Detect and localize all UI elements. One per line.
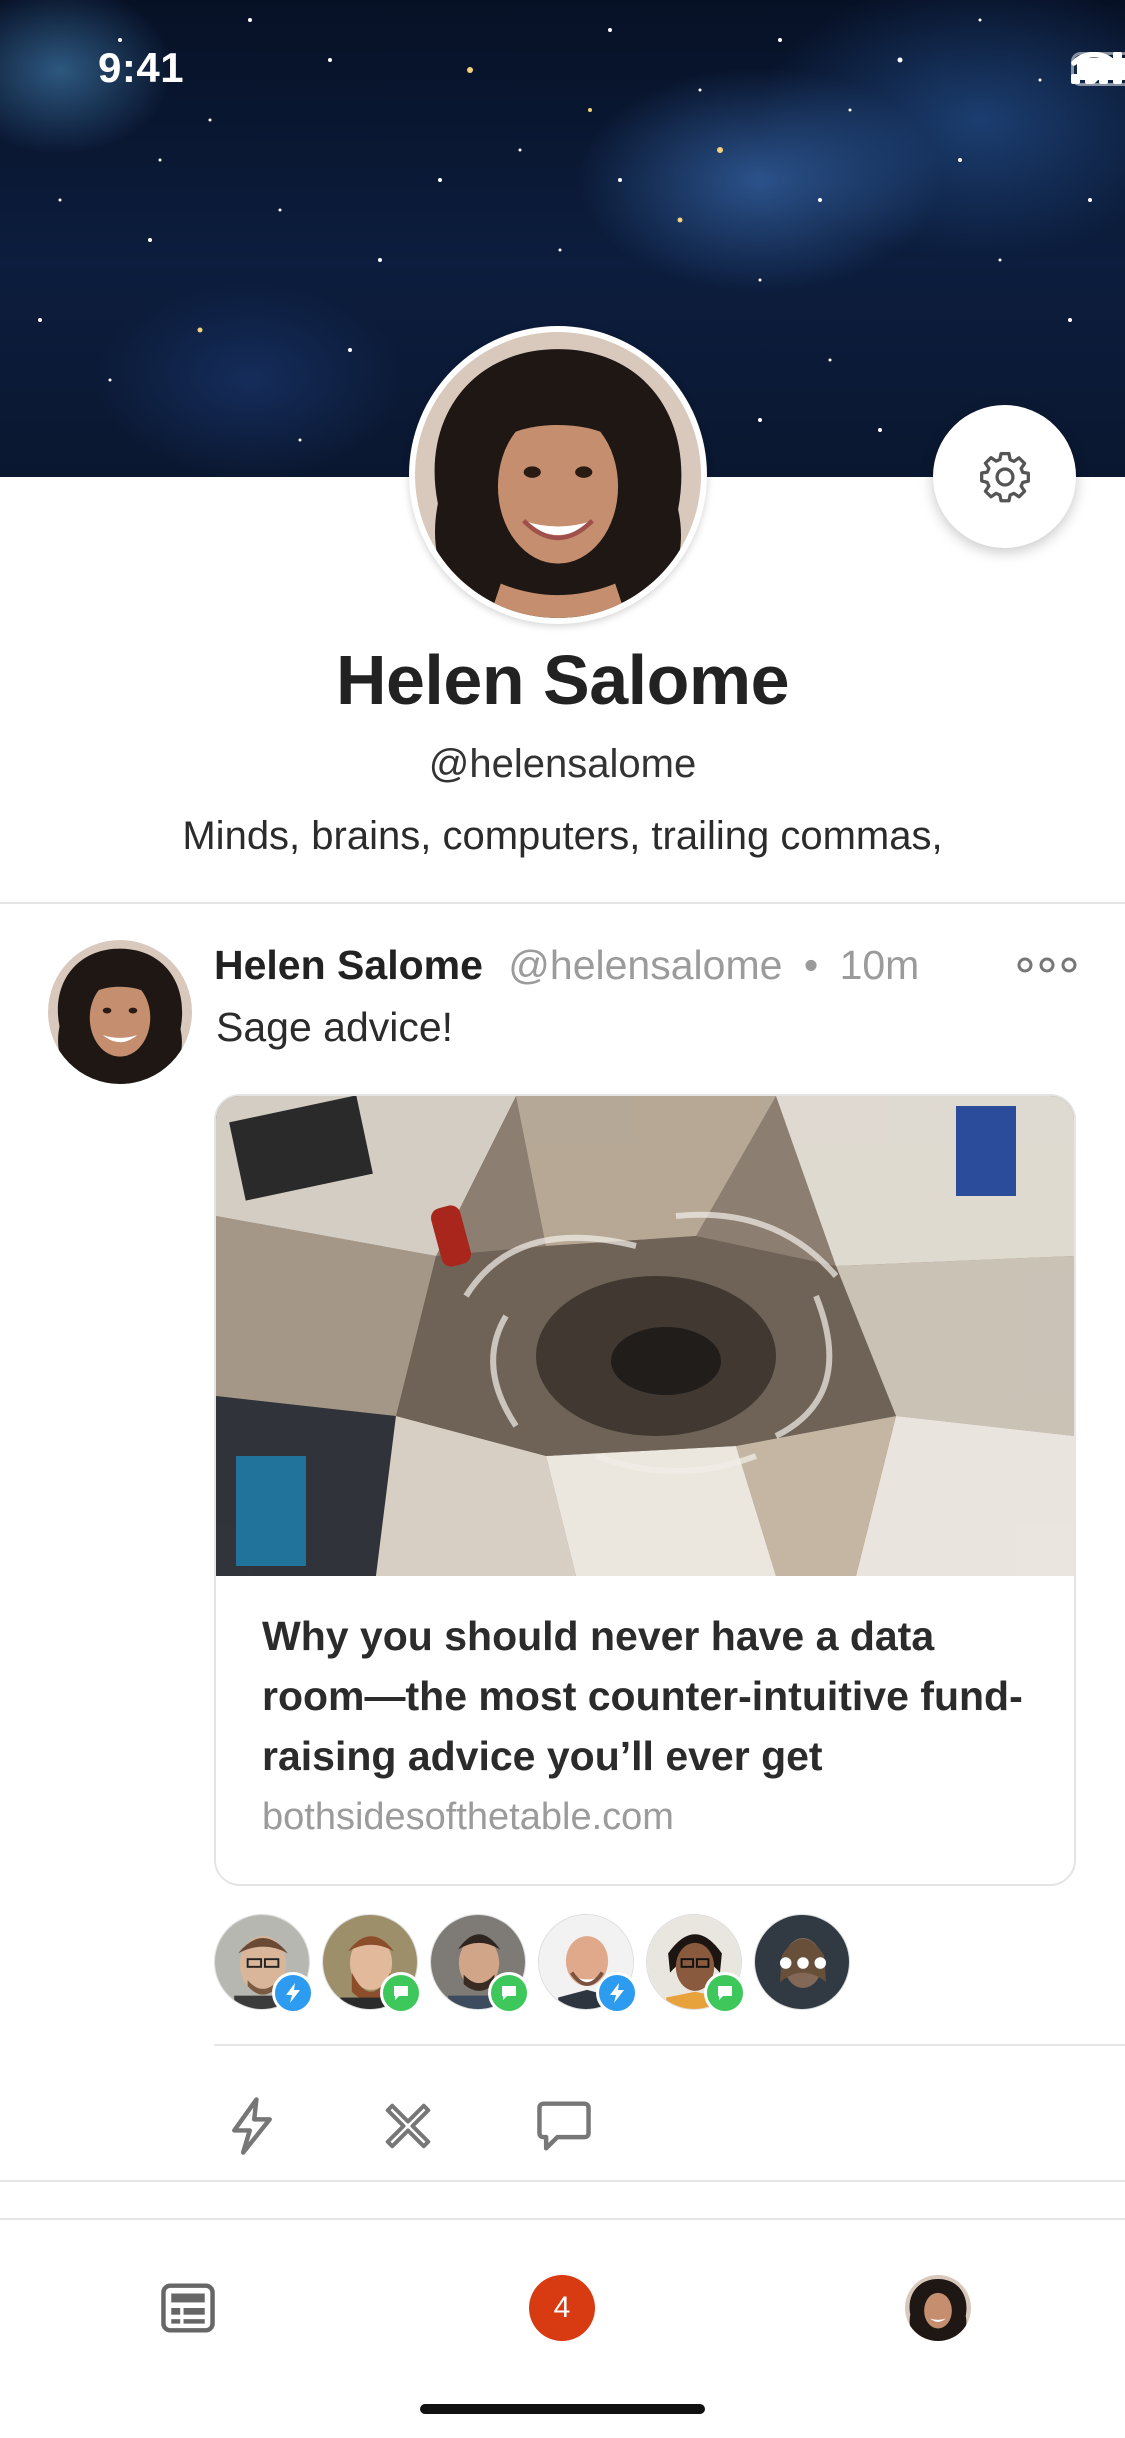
reactor-avatar[interactable] [322, 1914, 418, 2010]
comment-icon [535, 2099, 593, 2153]
dismiss-action-button[interactable] [370, 2088, 446, 2164]
chat-badge-icon [704, 1972, 746, 2014]
link-domain: bothsidesofthetable.com [262, 1796, 674, 1839]
link-preview-card[interactable]: Why you should never have a data room—th… [214, 1094, 1076, 1886]
post-author-avatar[interactable] [48, 940, 192, 1084]
home-indicator [420, 2404, 705, 2414]
cross-icon [381, 2099, 435, 2153]
battery-icon [1071, 52, 1125, 86]
post-author-name[interactable]: Helen Salome [214, 942, 483, 988]
comment-action-button[interactable] [526, 2088, 602, 2164]
tab-feed[interactable] [148, 2268, 228, 2348]
reactor-avatar[interactable] [646, 1914, 742, 2010]
reactions-divider [214, 2044, 1125, 2046]
profile-bio: Minds, brains, computers, trailing comma… [0, 814, 1125, 859]
reactor-avatar[interactable] [538, 1914, 634, 2010]
avatar-image [905, 2275, 971, 2341]
post-separator: • [804, 942, 818, 988]
bolt-icon [225, 2095, 279, 2157]
link-title: Why you should never have a data room—th… [262, 1606, 1042, 1786]
bolt-badge-icon [596, 1972, 638, 2014]
profile-divider [0, 902, 1125, 904]
avatar-image [755, 1915, 850, 2010]
settings-button[interactable] [933, 405, 1076, 548]
avatar-image [415, 332, 701, 618]
gear-icon [977, 449, 1033, 505]
status-time: 9:41 [98, 44, 184, 92]
tab-profile[interactable] [898, 2268, 978, 2348]
post-divider [0, 2180, 1125, 2182]
chat-badge-icon [488, 1972, 530, 2014]
more-reactors-button[interactable] [754, 1914, 850, 2010]
feed-icon [159, 2280, 217, 2336]
tab-notifications[interactable]: 4 [522, 2268, 602, 2348]
chat-badge-icon [380, 1972, 422, 2014]
books-vortex-image [216, 1096, 1074, 1576]
avatar-image [48, 940, 192, 1084]
notifications-badge: 4 [529, 2275, 595, 2341]
post-header: Helen Salome @helensalome • 10m [214, 942, 919, 989]
profile-handle: @helensalome [0, 742, 1125, 787]
post-timestamp: 10m [840, 942, 920, 988]
bolt-action-button[interactable] [214, 2088, 290, 2164]
more-dots-icon [1016, 950, 1078, 980]
post-text: Sage advice! [216, 1004, 453, 1051]
post-more-button[interactable] [1016, 950, 1078, 980]
profile-tab-avatar [905, 2275, 971, 2341]
profile-name: Helen Salome [0, 640, 1125, 720]
tab-bar: 4 [0, 2218, 1125, 2438]
more-dots-icon [780, 1957, 826, 1969]
bolt-badge-icon [272, 1972, 314, 2014]
status-bar: 9:41 [0, 0, 1125, 132]
profile-avatar[interactable] [409, 326, 707, 624]
reactor-avatar[interactable] [430, 1914, 526, 2010]
reactor-avatar[interactable] [214, 1914, 310, 2010]
post-actions [214, 2088, 602, 2164]
reactions-row[interactable] [214, 1914, 850, 2010]
link-preview-image [216, 1096, 1074, 1576]
post-author-handle[interactable]: @helensalome [508, 942, 782, 988]
